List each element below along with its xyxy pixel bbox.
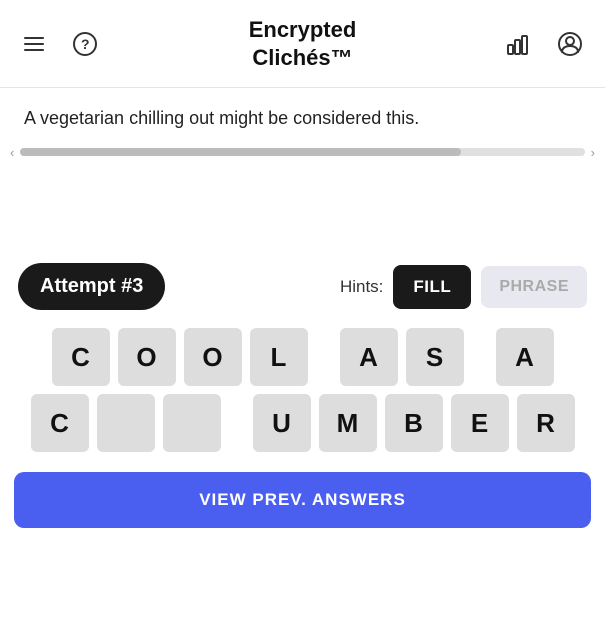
controls-row: Attempt #3 Hints: FILL PHRASE [0, 263, 605, 310]
scroll-right-arrow[interactable]: › [591, 145, 595, 160]
cell-1-2[interactable]: O [118, 328, 176, 386]
cell-2-7[interactable]: E [451, 394, 509, 452]
scroll-track: ‹ › [0, 141, 605, 163]
menu-icon[interactable] [18, 28, 50, 60]
letter-grid: C O O L A S A C U M B E R [0, 328, 605, 452]
cell-1-5[interactable]: A [340, 328, 398, 386]
hints-label: Hints: [340, 277, 383, 297]
cell-2-5[interactable]: M [319, 394, 377, 452]
cell-1-7[interactable]: A [496, 328, 554, 386]
cell-2-4[interactable]: U [253, 394, 311, 452]
cell-1-4[interactable]: L [250, 328, 308, 386]
stats-icon[interactable] [501, 27, 535, 61]
middle-space [0, 163, 605, 263]
letter-row-2: C U M B E R [31, 394, 575, 452]
cell-2-2[interactable] [97, 394, 155, 452]
svg-text:?: ? [81, 36, 90, 52]
user-icon[interactable] [553, 27, 587, 61]
cell-2-1[interactable]: C [31, 394, 89, 452]
scroll-bar [20, 148, 584, 156]
cell-1-3[interactable]: O [184, 328, 242, 386]
help-icon[interactable]: ? [68, 27, 102, 61]
clue-text: A vegetarian chilling out might be consi… [0, 88, 605, 141]
cell-1-6[interactable]: S [406, 328, 464, 386]
header-center: Encrypted Clichés™ [249, 16, 357, 71]
cell-1-1[interactable]: C [52, 328, 110, 386]
header: ? Encrypted Clichés™ [0, 0, 605, 88]
cell-space-2 [472, 328, 488, 386]
header-right [501, 27, 587, 61]
cell-space-1 [316, 328, 332, 386]
scroll-left-arrow[interactable]: ‹ [10, 145, 14, 160]
cell-2-6[interactable]: B [385, 394, 443, 452]
app-title: Encrypted Clichés™ [249, 16, 357, 71]
cell-2-8[interactable]: R [517, 394, 575, 452]
cell-space-3 [229, 394, 245, 452]
attempt-badge: Attempt #3 [18, 263, 165, 310]
letter-row-1: C O O L A S A [52, 328, 554, 386]
header-left: ? [18, 27, 102, 61]
fill-button[interactable]: FILL [393, 265, 471, 309]
phrase-button[interactable]: PHRASE [481, 266, 587, 308]
view-prev-button[interactable]: VIEW PREV. ANSWERS [14, 472, 591, 528]
scroll-thumb [20, 148, 460, 156]
cell-2-3[interactable] [163, 394, 221, 452]
hints-area: Hints: FILL PHRASE [340, 265, 587, 309]
